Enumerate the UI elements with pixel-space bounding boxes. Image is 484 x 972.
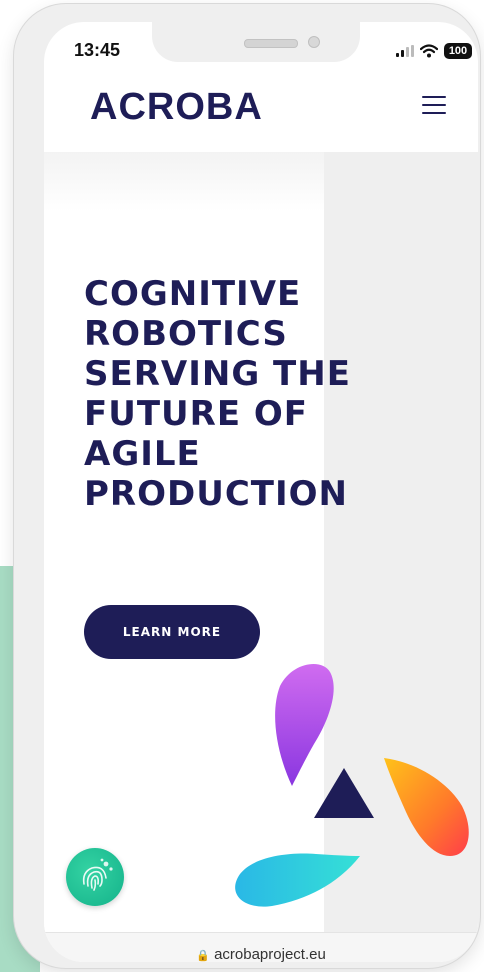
headline-line: COGNITIVE (84, 274, 302, 314)
headline-line: ROBOTICS (84, 314, 288, 354)
phone-notch (152, 22, 360, 62)
address-bar[interactable]: 🔒 acrobaproject.eu (44, 946, 478, 962)
headline-line: SERVING THE (84, 354, 351, 394)
status-icons: 100 (396, 42, 472, 60)
phone-screen: ACROBA 13:45 100 COGNITIVE ROBOTICS SERV… (44, 22, 478, 962)
hero-headline: COGNITIVE ROBOTICS SERVING THE FUTURE OF… (84, 274, 404, 514)
learn-more-button[interactable]: LEARN MORE (84, 605, 260, 659)
battery-icon: 100 (444, 43, 472, 59)
phone-frame: ACROBA 13:45 100 COGNITIVE ROBOTICS SERV… (14, 4, 480, 968)
status-time: 13:45 (74, 40, 121, 60)
lock-icon: 🔒 (196, 950, 210, 962)
hero-side-panel (324, 152, 478, 942)
headline-line: FUTURE OF (84, 394, 309, 434)
front-camera (308, 36, 320, 48)
fingerprint-icon[interactable] (66, 848, 124, 906)
headline-line: AGILE (84, 434, 201, 474)
signal-icon (396, 45, 414, 57)
headline-line: PRODUCTION (84, 474, 348, 514)
site-logo[interactable]: ACROBA (90, 86, 263, 129)
speaker-grille (244, 39, 298, 48)
url-text: acrobaproject.eu (214, 946, 326, 962)
menu-icon[interactable] (422, 96, 446, 114)
wifi-icon (420, 44, 438, 58)
